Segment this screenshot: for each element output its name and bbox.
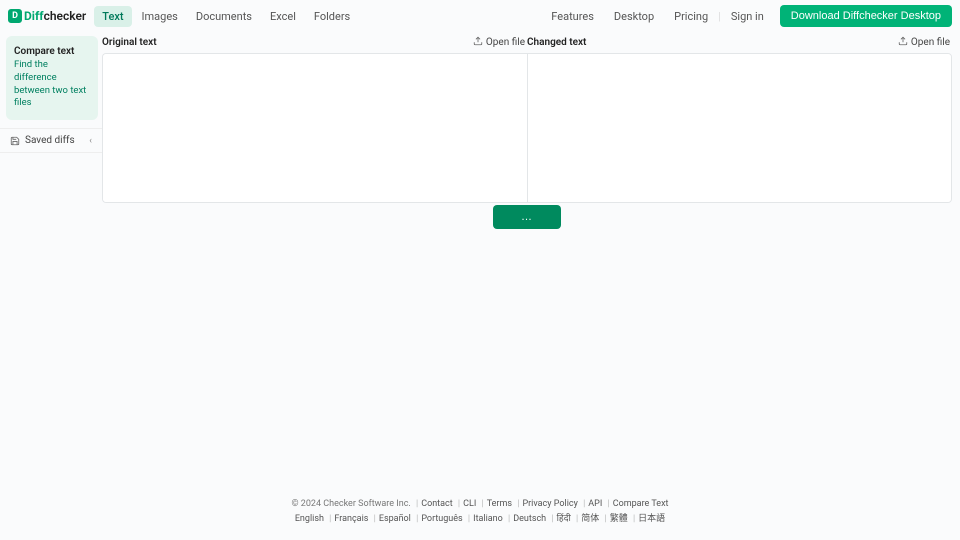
nav-tab-documents[interactable]: Documents (188, 6, 260, 27)
open-file-label: Open file (911, 37, 950, 48)
open-file-changed[interactable]: Open file (898, 36, 950, 49)
changed-column: Changed text Open file (527, 32, 952, 203)
logo-checker: checker (44, 9, 87, 23)
sidebar: Compare text Find the difference between… (0, 32, 102, 540)
lang-traditional-chinese[interactable]: 繁體 (610, 514, 628, 524)
footer-compare-text[interactable]: Compare Text (613, 499, 669, 509)
header-left: D Diffchecker Text Images Documents Exce… (8, 6, 358, 27)
logo-badge-icon: D (8, 9, 22, 23)
footer-cli[interactable]: CLI (463, 499, 476, 509)
app-header: D Diffchecker Text Images Documents Exce… (0, 0, 960, 32)
footer-privacy[interactable]: Privacy Policy (522, 499, 577, 509)
lang-italiano[interactable]: Italiano (473, 514, 503, 524)
diff-row: Original text Open file Changed text (102, 32, 952, 203)
changed-label: Changed text (527, 37, 586, 48)
original-textarea-wrap (102, 53, 527, 203)
nav-tab-text[interactable]: Text (94, 6, 131, 27)
link-signin[interactable]: Sign in (721, 6, 774, 27)
sidebar-compare-panel: Compare text Find the difference between… (6, 36, 98, 120)
download-desktop-button[interactable]: Download Diffchecker Desktop (780, 5, 952, 27)
main-content: Original text Open file Changed text (102, 32, 960, 540)
footer-api[interactable]: API (588, 499, 602, 509)
footer-copyright: © 2024 Checker Software Inc. (292, 499, 411, 509)
logo[interactable]: D Diffchecker (8, 9, 86, 23)
lang-francais[interactable]: Français (334, 514, 368, 524)
header-right: Features Desktop Pricing | Sign in Downl… (541, 5, 952, 27)
nav-tab-folders[interactable]: Folders (306, 6, 358, 27)
lang-espanol[interactable]: Español (379, 514, 411, 524)
lang-portugues[interactable]: Português (421, 514, 462, 524)
lang-english[interactable]: English (295, 514, 324, 524)
open-file-label: Open file (486, 37, 525, 48)
link-pricing[interactable]: Pricing (664, 6, 718, 27)
nav-tabs: Text Images Documents Excel Folders (94, 6, 358, 27)
footer-line-2: English |Français |Español |Português |I… (0, 513, 960, 527)
original-column: Original text Open file (102, 32, 527, 203)
saved-diffs-label: Saved diffs (25, 135, 75, 146)
disk-icon (10, 136, 20, 146)
changed-header: Changed text Open file (527, 32, 952, 53)
find-difference-button[interactable]: … (493, 205, 561, 229)
link-features[interactable]: Features (541, 6, 604, 27)
footer: © 2024 Checker Software Inc. |Contact |C… (0, 498, 960, 526)
footer-line-1: © 2024 Checker Software Inc. |Contact |C… (0, 498, 960, 512)
sidebar-desc: Find the difference between two text fil… (14, 59, 90, 110)
original-header: Original text Open file (102, 32, 527, 53)
link-desktop[interactable]: Desktop (604, 6, 664, 27)
open-file-original[interactable]: Open file (473, 36, 525, 49)
changed-textarea[interactable] (528, 54, 951, 202)
main-layout: Compare text Find the difference between… (0, 32, 960, 540)
footer-terms[interactable]: Terms (487, 499, 512, 509)
saved-diffs-toggle[interactable]: Saved diffs ‹ (0, 128, 102, 153)
nav-tab-images[interactable]: Images (134, 6, 186, 27)
original-textarea[interactable] (103, 54, 527, 202)
logo-diff: Diff (24, 9, 44, 23)
footer-contact[interactable]: Contact (421, 499, 452, 509)
lang-hindi[interactable]: हिंदी (557, 514, 571, 524)
upload-icon (898, 36, 908, 49)
lang-japanese[interactable]: 日本語 (638, 514, 665, 524)
chevron-left-icon: ‹ (89, 136, 92, 146)
lang-deutsch[interactable]: Deutsch (513, 514, 546, 524)
original-label: Original text (102, 37, 157, 48)
changed-textarea-wrap (527, 53, 952, 203)
find-button-row: … (102, 205, 952, 229)
lang-simplified-chinese[interactable]: 简体 (581, 514, 599, 524)
upload-icon (473, 36, 483, 49)
nav-tab-excel[interactable]: Excel (262, 6, 304, 27)
sidebar-title: Compare text (14, 46, 90, 57)
